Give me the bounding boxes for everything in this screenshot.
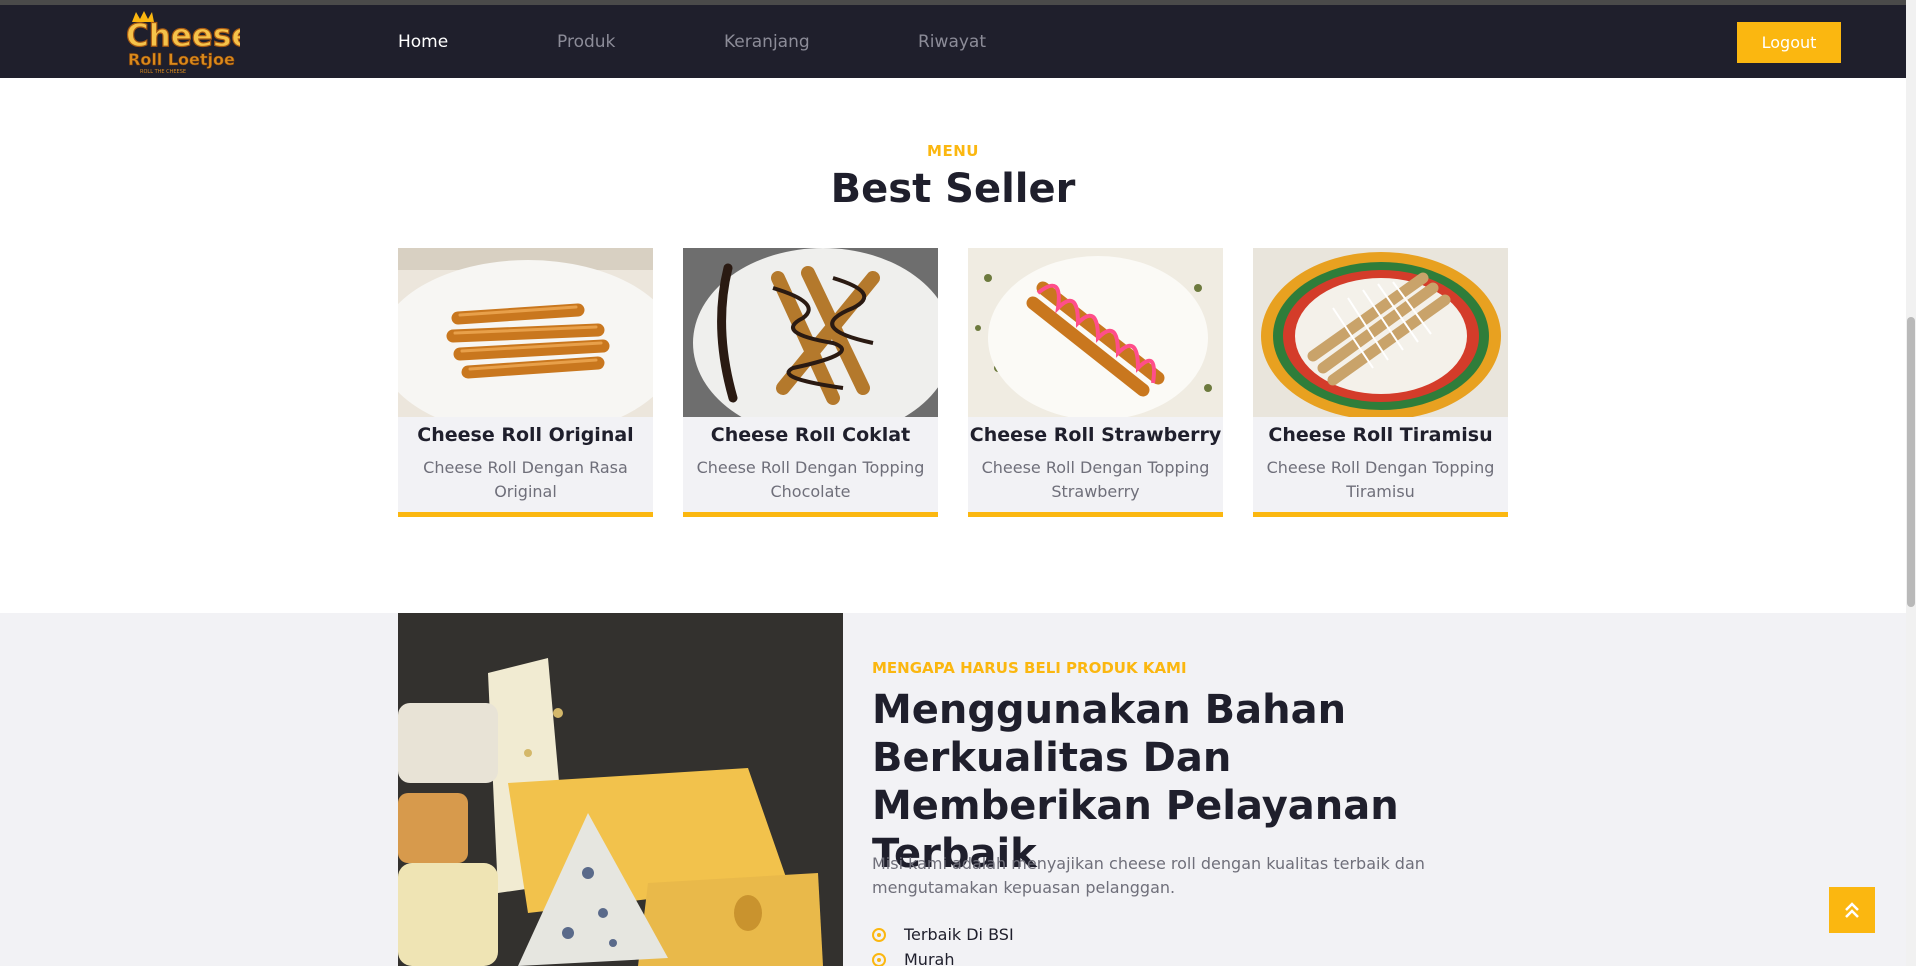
double-chevron-up-icon: [1845, 902, 1859, 918]
why-section-label: MENGAPA HARUS BELI PRODUK KAMI: [872, 659, 1187, 677]
why-section-description: Misi kami adalah menyajikan cheese roll …: [872, 854, 1425, 897]
product-card-original[interactable]: Cheese Roll Original Cheese Roll Dengan …: [398, 248, 653, 517]
brand-logo[interactable]: Cheese Roll Loetjoe ROLL THE CHEESE: [120, 8, 240, 76]
cheese-image: [398, 613, 843, 966]
nav-produk[interactable]: Produk: [557, 32, 615, 52]
nav-riwayat[interactable]: Riwayat: [918, 32, 986, 52]
product-title: Cheese Roll Coklat: [710, 424, 911, 446]
menu-section-label: MENU: [927, 142, 979, 160]
circle-dot-icon: [872, 928, 886, 942]
product-image-coklat: [683, 248, 938, 417]
product-description: Cheese Roll Dengan Topping Tiramisu: [1266, 458, 1495, 501]
why-section-title: Menggunakan Bahan Berkualitas Dan Member…: [872, 687, 1399, 877]
feature-text: Murah: [904, 950, 955, 966]
product-description: Cheese Roll Dengan Topping Chocolate: [696, 458, 925, 501]
svg-text:ROLL THE CHEESE: ROLL THE CHEESE: [140, 69, 186, 75]
svg-text:Cheese: Cheese: [126, 18, 240, 54]
product-title: Cheese Roll Strawberry: [969, 424, 1222, 446]
product-card-strawberry[interactable]: Cheese Roll Strawberry Cheese Roll Denga…: [968, 248, 1223, 517]
menu-section-title: Best Seller: [830, 166, 1076, 212]
feature-text: Terbaik Di BSI: [904, 925, 1014, 944]
navbar: Cheese Roll Loetjoe ROLL THE CHEESE Home…: [0, 5, 1906, 78]
nav-keranjang[interactable]: Keranjang: [724, 32, 810, 52]
circle-dot-icon: [872, 953, 886, 966]
product-image-tiramisu: [1253, 248, 1508, 417]
product-description: Cheese Roll Dengan Topping Strawberry: [981, 458, 1210, 501]
page-scrollbar[interactable]: [1906, 0, 1916, 966]
product-description: Cheese Roll Dengan Rasa Original: [423, 458, 628, 501]
product-title: Cheese Roll Original: [417, 424, 634, 446]
svg-text:Roll Loetjoe: Roll Loetjoe: [128, 50, 235, 69]
product-image-strawberry: [968, 248, 1223, 417]
back-to-top-button[interactable]: [1829, 887, 1875, 933]
product-card-coklat[interactable]: Cheese Roll Coklat Cheese Roll Dengan To…: [683, 248, 938, 517]
logout-button[interactable]: Logout: [1737, 22, 1841, 63]
nav-home[interactable]: Home: [398, 32, 448, 52]
product-image-original: [398, 248, 653, 417]
scrollbar-thumb[interactable]: [1907, 317, 1915, 607]
product-title: Cheese Roll Tiramisu: [1268, 424, 1493, 446]
product-card-tiramisu[interactable]: Cheese Roll Tiramisu Cheese Roll Dengan …: [1253, 248, 1508, 517]
